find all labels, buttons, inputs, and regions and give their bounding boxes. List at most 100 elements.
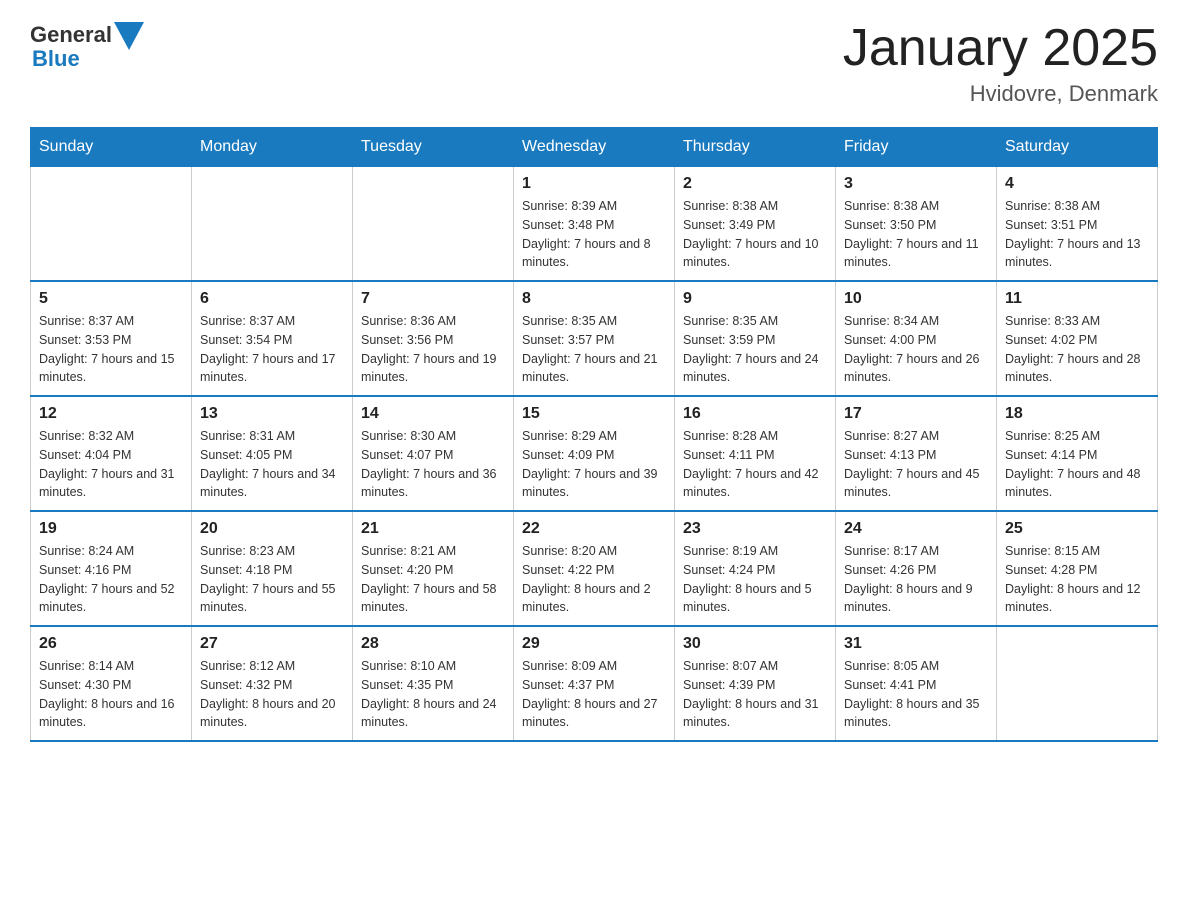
header-day-monday: Monday bbox=[192, 128, 353, 167]
day-cell: 6Sunrise: 8:37 AM Sunset: 3:54 PM Daylig… bbox=[192, 281, 353, 396]
day-cell: 28 Sunrise: 8:10 AM Sunset: 4:35 PM Dayli… bbox=[353, 626, 514, 741]
day-info: Sunrise: 8:28 AM Sunset: 4:11 PM Dayligh… bbox=[683, 427, 827, 502]
calendar-body: 1 Sunrise: 8:39 AM Sunset: 3:48 PM Daylig… bbox=[31, 167, 1158, 742]
day-number: 22 bbox=[522, 520, 666, 538]
day-info: Sunrise: 8:25 AM Sunset: 4:14 PM Dayligh… bbox=[1005, 427, 1149, 502]
header: General Blue January 2025 Hvidovre, Denm… bbox=[30, 20, 1158, 107]
day-cell: 5 Sunrise: 8:37 AM Sunset: 3:53 PM Daylig… bbox=[31, 281, 192, 396]
day-cell: 19Sunrise: 8:24 AM Sunset: 4:16 PM Dayli… bbox=[31, 511, 192, 626]
day-cell: 14 Sunrise: 8:30 AM Sunset: 4:07 PM Dayli… bbox=[353, 396, 514, 511]
calendar-header: SundayMondayTuesdayWednesdayThursdayFrid… bbox=[31, 128, 1158, 167]
calendar-table: SundayMondayTuesdayWednesdayThursdayFrid… bbox=[30, 127, 1158, 742]
week-row-4: 19Sunrise: 8:24 AM Sunset: 4:16 PM Dayli… bbox=[31, 511, 1158, 626]
day-cell: 15Sunrise: 8:29 AM Sunset: 4:09 PM Dayli… bbox=[514, 396, 675, 511]
day-number: 13 bbox=[200, 405, 344, 423]
day-cell: 2Sunrise: 8:38 AM Sunset: 3:49 PM Daylig… bbox=[675, 167, 836, 282]
day-cell: 9 Sunrise: 8:35 AM Sunset: 3:59 PM Daylig… bbox=[675, 281, 836, 396]
day-info: Sunrise: 8:35 AM Sunset: 3:57 PM Dayligh… bbox=[522, 312, 666, 387]
day-number: 9 bbox=[683, 290, 827, 308]
day-number: 24 bbox=[844, 520, 988, 538]
logo-text-blue: Blue bbox=[32, 46, 80, 72]
day-number: 4 bbox=[1005, 175, 1149, 193]
day-info: Sunrise: 8:34 AM Sunset: 4:00 PM Dayligh… bbox=[844, 312, 988, 387]
header-day-saturday: Saturday bbox=[997, 128, 1158, 167]
day-info: Sunrise: 8:14 AM Sunset: 4:30 PM Dayligh… bbox=[39, 657, 183, 732]
day-info: Sunrise: 8:35 AM Sunset: 3:59 PM Dayligh… bbox=[683, 312, 827, 387]
logo-arrow-icon bbox=[114, 22, 144, 50]
day-cell: 27Sunrise: 8:12 AM Sunset: 4:32 PM Dayli… bbox=[192, 626, 353, 741]
day-cell: 17 Sunrise: 8:27 AM Sunset: 4:13 PM Dayli… bbox=[836, 396, 997, 511]
day-info: Sunrise: 8:05 AM Sunset: 4:41 PM Dayligh… bbox=[844, 657, 988, 732]
day-number: 7 bbox=[361, 290, 505, 308]
day-info: Sunrise: 8:19 AM Sunset: 4:24 PM Dayligh… bbox=[683, 542, 827, 617]
day-cell: 21 Sunrise: 8:21 AM Sunset: 4:20 PM Dayli… bbox=[353, 511, 514, 626]
day-info: Sunrise: 8:30 AM Sunset: 4:07 PM Dayligh… bbox=[361, 427, 505, 502]
header-day-friday: Friday bbox=[836, 128, 997, 167]
day-cell: 30 Sunrise: 8:07 AM Sunset: 4:39 PM Dayli… bbox=[675, 626, 836, 741]
day-info: Sunrise: 8:38 AM Sunset: 3:50 PM Dayligh… bbox=[844, 197, 988, 272]
day-number: 21 bbox=[361, 520, 505, 538]
day-cell: 4 Sunrise: 8:38 AM Sunset: 3:51 PM Daylig… bbox=[997, 167, 1158, 282]
day-cell: 11Sunrise: 8:33 AM Sunset: 4:02 PM Dayli… bbox=[997, 281, 1158, 396]
day-number: 28 bbox=[361, 635, 505, 653]
day-cell: 13 Sunrise: 8:31 AM Sunset: 4:05 PM Dayli… bbox=[192, 396, 353, 511]
header-day-tuesday: Tuesday bbox=[353, 128, 514, 167]
week-row-1: 1 Sunrise: 8:39 AM Sunset: 3:48 PM Daylig… bbox=[31, 167, 1158, 282]
logo: General Blue bbox=[30, 20, 144, 72]
header-day-wednesday: Wednesday bbox=[514, 128, 675, 167]
day-number: 3 bbox=[844, 175, 988, 193]
day-info: Sunrise: 8:29 AM Sunset: 4:09 PM Dayligh… bbox=[522, 427, 666, 502]
day-info: Sunrise: 8:38 AM Sunset: 3:51 PM Dayligh… bbox=[1005, 197, 1149, 272]
day-info: Sunrise: 8:37 AM Sunset: 3:54 PM Dayligh… bbox=[200, 312, 344, 387]
day-cell: 12 Sunrise: 8:32 AM Sunset: 4:04 PM Dayli… bbox=[31, 396, 192, 511]
day-info: Sunrise: 8:32 AM Sunset: 4:04 PM Dayligh… bbox=[39, 427, 183, 502]
day-cell: 25Sunrise: 8:15 AM Sunset: 4:28 PM Dayli… bbox=[997, 511, 1158, 626]
day-number: 25 bbox=[1005, 520, 1149, 538]
day-info: Sunrise: 8:37 AM Sunset: 3:53 PM Dayligh… bbox=[39, 312, 183, 387]
day-cell: 18 Sunrise: 8:25 AM Sunset: 4:14 PM Dayli… bbox=[997, 396, 1158, 511]
day-number: 30 bbox=[683, 635, 827, 653]
day-info: Sunrise: 8:31 AM Sunset: 4:05 PM Dayligh… bbox=[200, 427, 344, 502]
day-info: Sunrise: 8:36 AM Sunset: 3:56 PM Dayligh… bbox=[361, 312, 505, 387]
day-cell bbox=[353, 167, 514, 282]
calendar-title: January 2025 bbox=[843, 20, 1158, 77]
day-number: 31 bbox=[844, 635, 988, 653]
day-number: 26 bbox=[39, 635, 183, 653]
day-info: Sunrise: 8:27 AM Sunset: 4:13 PM Dayligh… bbox=[844, 427, 988, 502]
day-info: Sunrise: 8:17 AM Sunset: 4:26 PM Dayligh… bbox=[844, 542, 988, 617]
day-number: 5 bbox=[39, 290, 183, 308]
day-cell: 26 Sunrise: 8:14 AM Sunset: 4:30 PM Dayli… bbox=[31, 626, 192, 741]
day-info: Sunrise: 8:24 AM Sunset: 4:16 PM Dayligh… bbox=[39, 542, 183, 617]
day-info: Sunrise: 8:10 AM Sunset: 4:35 PM Dayligh… bbox=[361, 657, 505, 732]
header-day-thursday: Thursday bbox=[675, 128, 836, 167]
day-info: Sunrise: 8:07 AM Sunset: 4:39 PM Dayligh… bbox=[683, 657, 827, 732]
day-number: 2 bbox=[683, 175, 827, 193]
day-info: Sunrise: 8:33 AM Sunset: 4:02 PM Dayligh… bbox=[1005, 312, 1149, 387]
day-cell bbox=[31, 167, 192, 282]
day-number: 18 bbox=[1005, 405, 1149, 423]
day-number: 1 bbox=[522, 175, 666, 193]
day-number: 29 bbox=[522, 635, 666, 653]
day-info: Sunrise: 8:12 AM Sunset: 4:32 PM Dayligh… bbox=[200, 657, 344, 732]
day-info: Sunrise: 8:21 AM Sunset: 4:20 PM Dayligh… bbox=[361, 542, 505, 617]
header-row: SundayMondayTuesdayWednesdayThursdayFrid… bbox=[31, 128, 1158, 167]
day-number: 14 bbox=[361, 405, 505, 423]
day-cell: 29 Sunrise: 8:09 AM Sunset: 4:37 PM Dayli… bbox=[514, 626, 675, 741]
day-cell: 7 Sunrise: 8:36 AM Sunset: 3:56 PM Daylig… bbox=[353, 281, 514, 396]
logo-text-general: General bbox=[30, 22, 112, 48]
day-number: 20 bbox=[200, 520, 344, 538]
day-cell: 20 Sunrise: 8:23 AM Sunset: 4:18 PM Dayli… bbox=[192, 511, 353, 626]
day-info: Sunrise: 8:39 AM Sunset: 3:48 PM Dayligh… bbox=[522, 197, 666, 272]
day-number: 12 bbox=[39, 405, 183, 423]
day-number: 17 bbox=[844, 405, 988, 423]
header-day-sunday: Sunday bbox=[31, 128, 192, 167]
day-cell bbox=[192, 167, 353, 282]
day-cell: 23 Sunrise: 8:19 AM Sunset: 4:24 PM Dayli… bbox=[675, 511, 836, 626]
day-number: 16 bbox=[683, 405, 827, 423]
day-cell: 22 Sunrise: 8:20 AM Sunset: 4:22 PM Dayli… bbox=[514, 511, 675, 626]
day-info: Sunrise: 8:20 AM Sunset: 4:22 PM Dayligh… bbox=[522, 542, 666, 617]
week-row-2: 5 Sunrise: 8:37 AM Sunset: 3:53 PM Daylig… bbox=[31, 281, 1158, 396]
day-number: 23 bbox=[683, 520, 827, 538]
day-info: Sunrise: 8:09 AM Sunset: 4:37 PM Dayligh… bbox=[522, 657, 666, 732]
day-info: Sunrise: 8:23 AM Sunset: 4:18 PM Dayligh… bbox=[200, 542, 344, 617]
